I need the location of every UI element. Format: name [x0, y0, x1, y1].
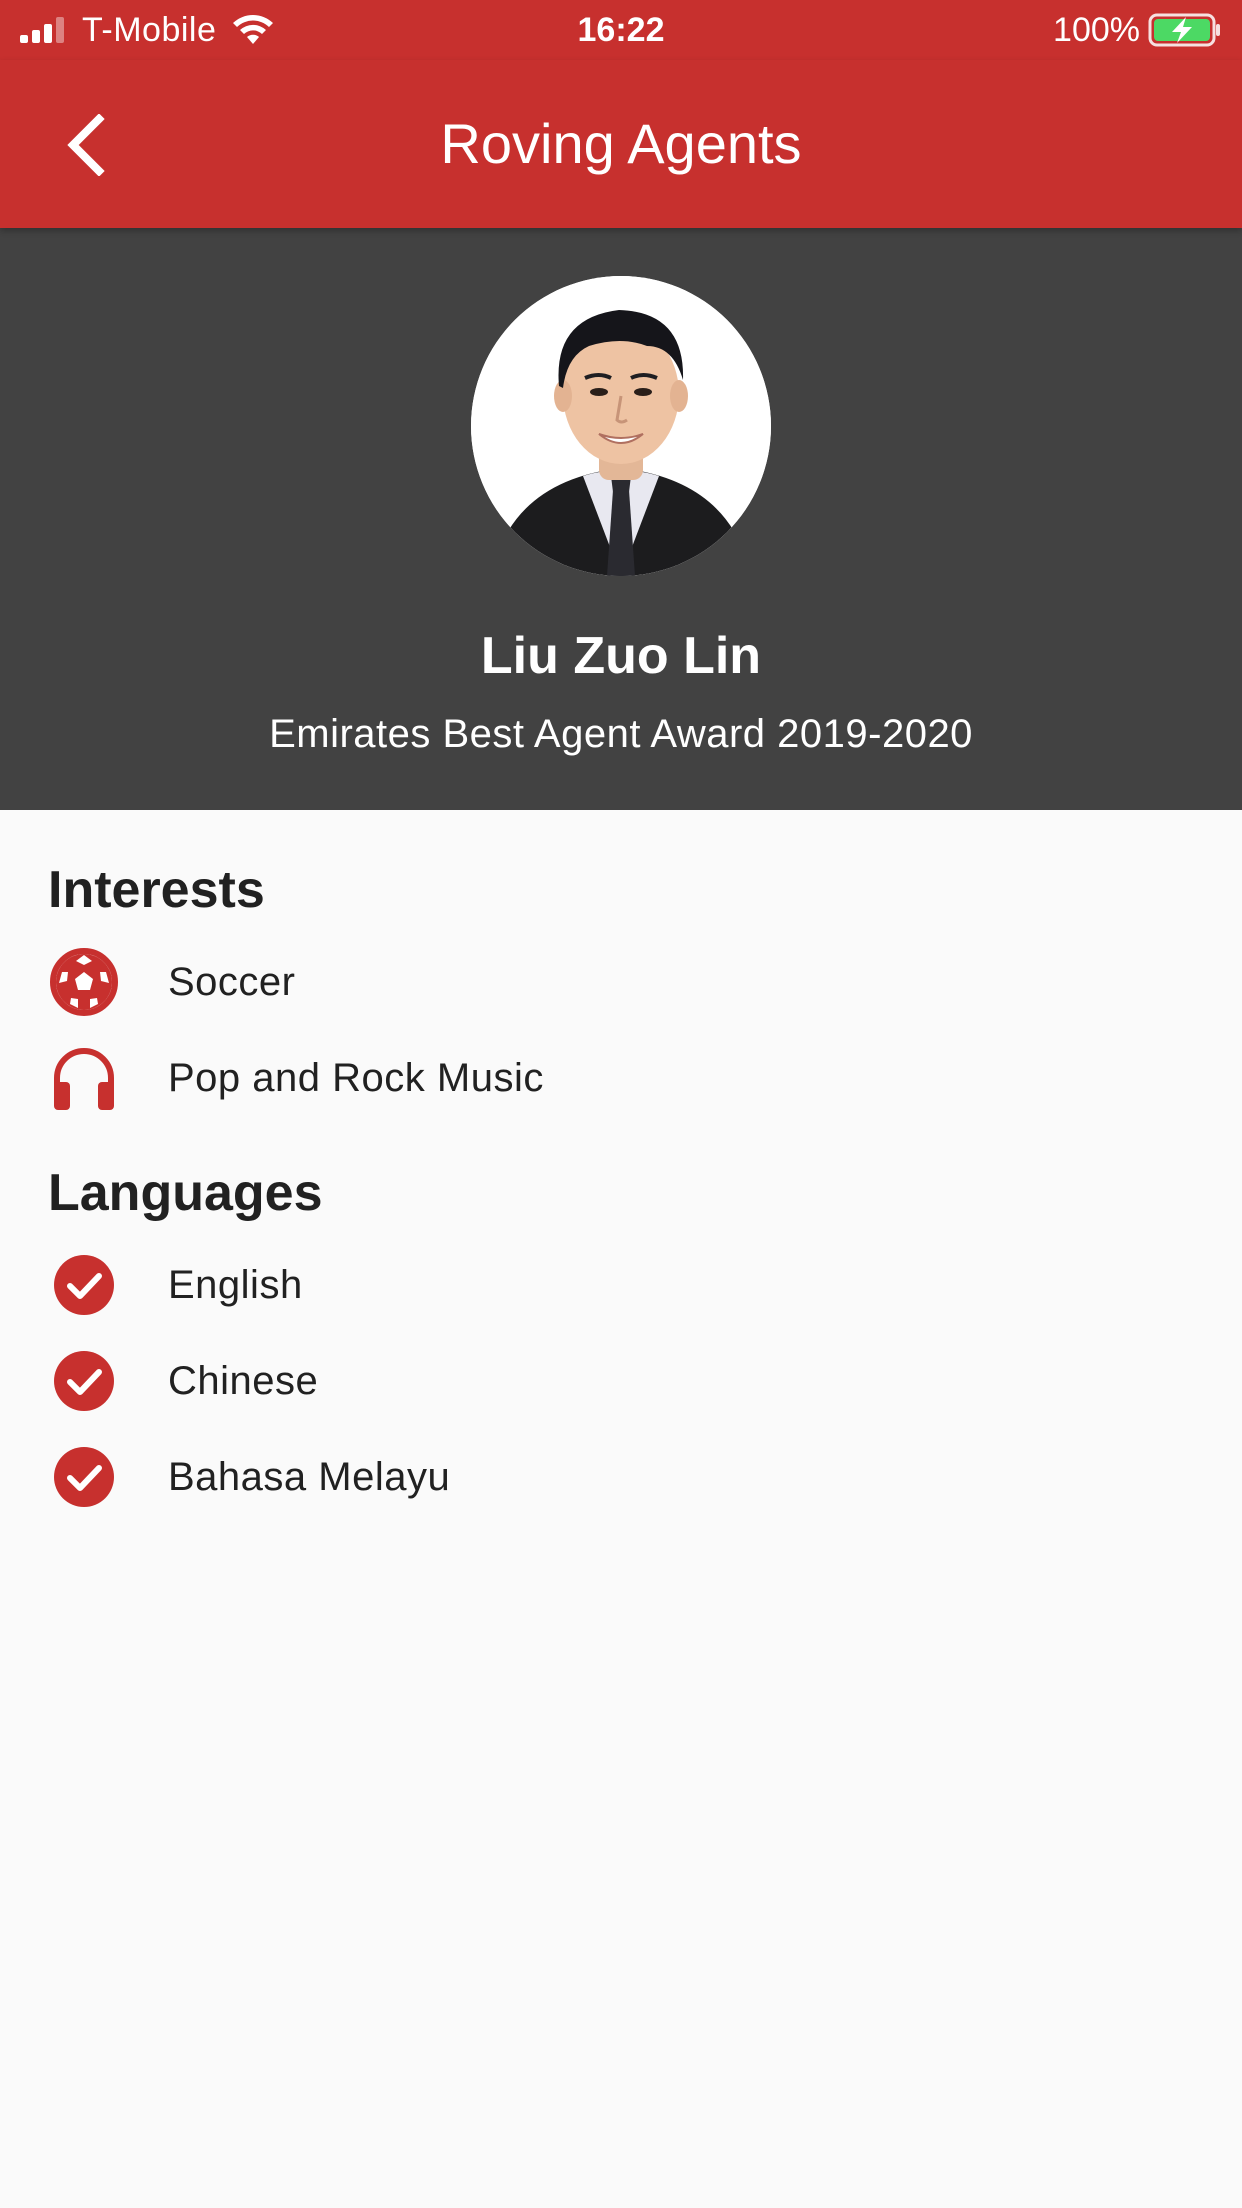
interest-label: Soccer	[168, 959, 296, 1004]
language-item-bahasa-melayu: Bahasa Melayu	[48, 1441, 450, 1513]
check-circle-icon	[54, 1255, 114, 1315]
agent-name: Liu Zuo Lin	[480, 627, 762, 685]
profile-details: Interests Soccer Pop and Rock Music Lang…	[0, 810, 1242, 2208]
soccer-ball-icon	[50, 948, 118, 1016]
profile-photo	[471, 276, 771, 576]
language-item-chinese: Chinese	[48, 1345, 318, 1417]
interests-heading: Interests	[48, 861, 265, 919]
status-bar-right: 100%	[1053, 0, 1222, 60]
language-label: English	[168, 1262, 303, 1307]
battery-percentage: 100%	[1053, 10, 1140, 49]
interest-item-music: Pop and Rock Music	[48, 1042, 544, 1114]
profile-header: Liu Zuo Lin Emirates Best Agent Award 20…	[0, 228, 1242, 810]
interest-item-soccer: Soccer	[48, 946, 296, 1018]
languages-heading: Languages	[48, 1164, 323, 1222]
language-label: Chinese	[168, 1358, 319, 1403]
check-circle-icon	[54, 1447, 114, 1507]
headphones-icon	[54, 1048, 114, 1110]
check-circle-icon	[54, 1351, 114, 1411]
battery-charging-icon	[1148, 13, 1220, 47]
app-bar: Roving Agents	[0, 60, 1242, 228]
interest-label: Pop and Rock Music	[168, 1055, 544, 1100]
status-bar: T-Mobile 16:22 100%	[0, 0, 1242, 60]
agent-award: Emirates Best Agent Award 2019-2020	[269, 712, 973, 756]
language-item-english: English	[48, 1249, 303, 1321]
avatar	[471, 276, 771, 576]
page-title: Roving Agents	[440, 112, 802, 175]
language-label: Bahasa Melayu	[168, 1454, 451, 1499]
